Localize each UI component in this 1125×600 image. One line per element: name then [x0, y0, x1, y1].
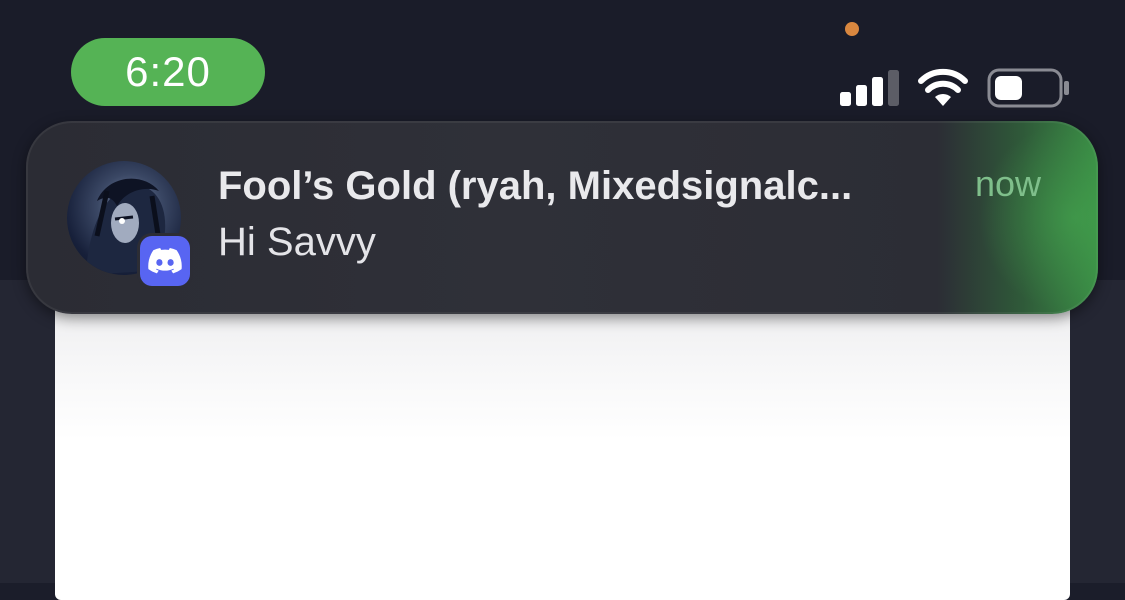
notification-title: Fool’s Gold (ryah, Mixedsignalc...: [218, 164, 853, 208]
privacy-indicator-dot: [845, 22, 859, 36]
wifi-icon: [918, 68, 968, 106]
notification-banner[interactable]: [26, 121, 1098, 314]
content-card: [55, 270, 1070, 600]
notification-time: now: [975, 163, 1042, 204]
discord-app-badge: [140, 236, 190, 286]
discord-icon: [148, 248, 182, 274]
battery-icon: [987, 68, 1071, 108]
banner-glow: [978, 121, 1098, 314]
cellular-signal-icon: [840, 70, 899, 106]
notification-message: Hi Savvy: [218, 220, 376, 264]
status-time[interactable]: 6:20: [71, 38, 265, 106]
